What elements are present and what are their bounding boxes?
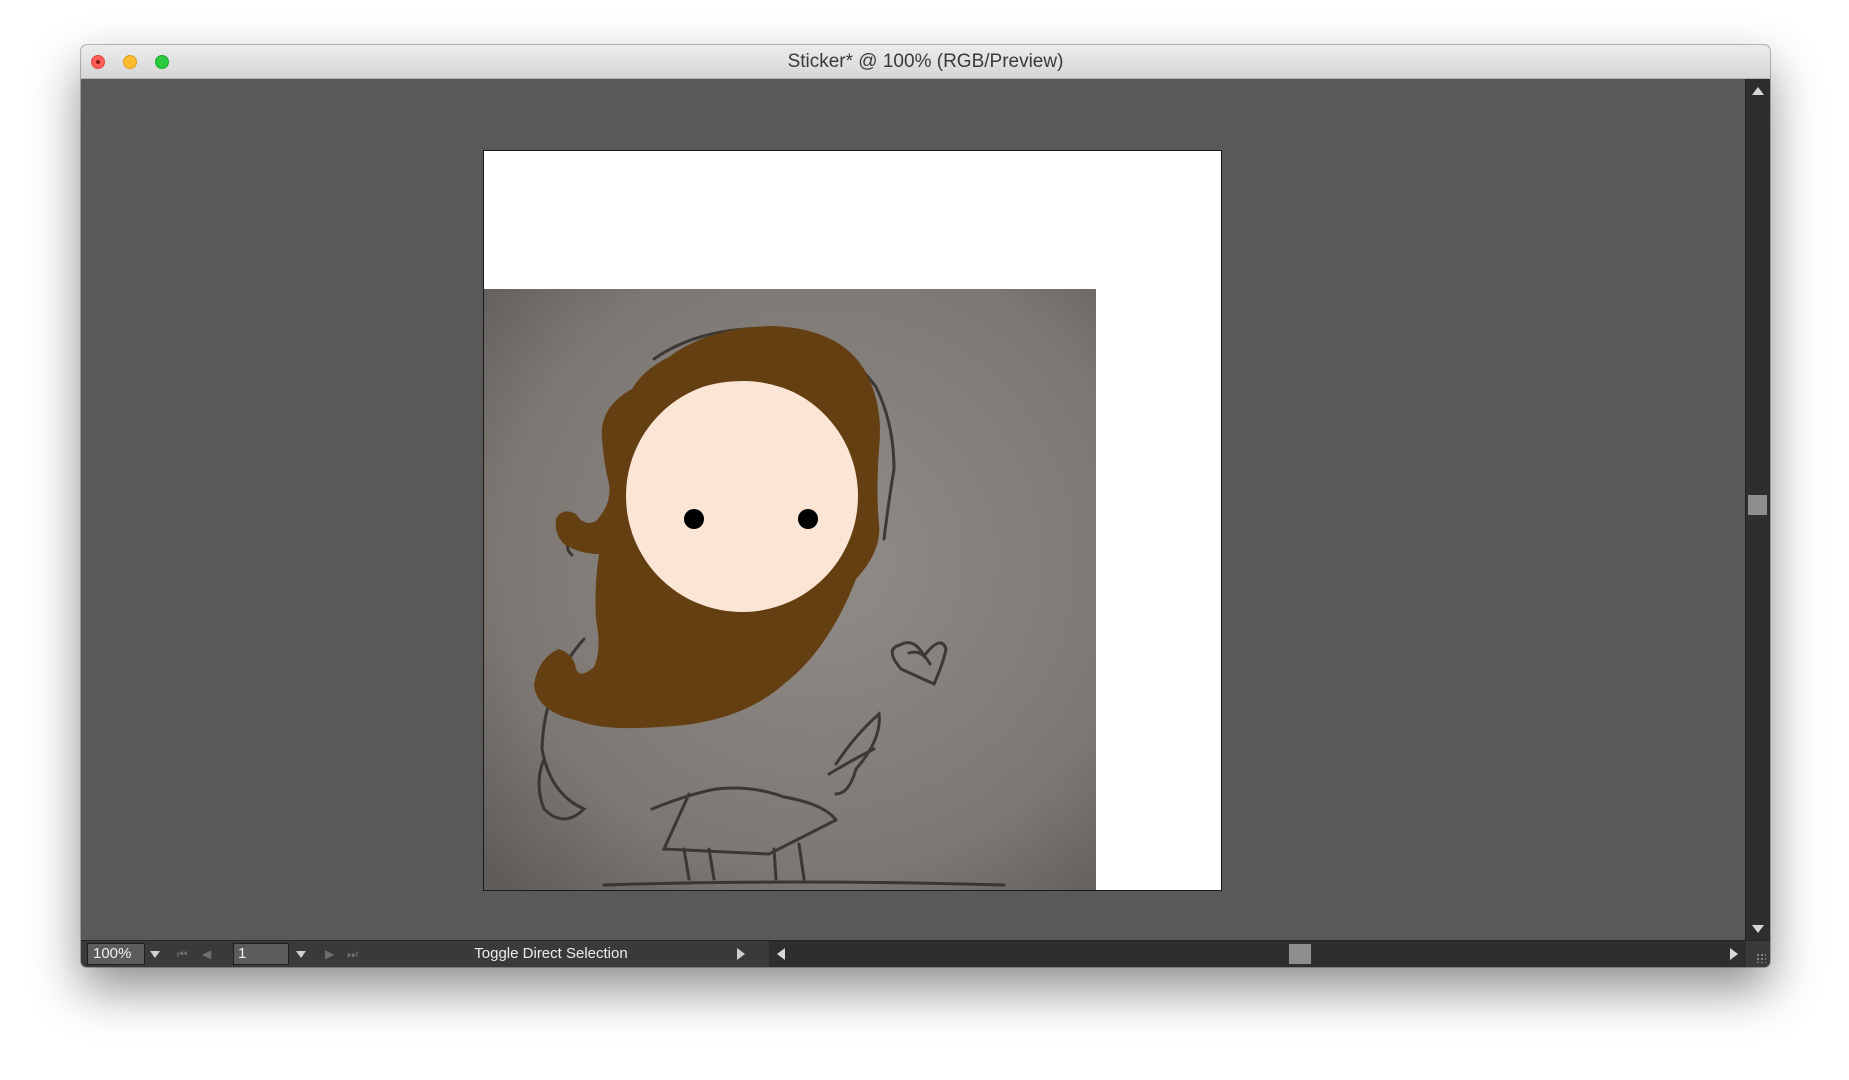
prev-page-icon[interactable]: ◀ — [202, 947, 211, 961]
left-eye — [684, 509, 704, 529]
scroll-left-icon[interactable] — [777, 948, 785, 960]
next-page-icon[interactable]: ▶ — [325, 947, 334, 961]
title-bar[interactable]: Sticker* @ 100% (RGB/Preview) — [81, 45, 1770, 79]
page-number-field[interactable]: 1 — [233, 943, 289, 965]
page-dropdown-icon[interactable] — [291, 943, 311, 965]
zoom-level-field[interactable]: 100% — [87, 943, 145, 965]
zoom-dropdown-icon[interactable] — [145, 943, 165, 965]
scroll-up-icon[interactable] — [1752, 87, 1764, 95]
vertical-scroll-thumb[interactable] — [1748, 495, 1767, 515]
resize-grip-icon[interactable] — [1746, 941, 1770, 967]
horizontal-scroll-thumb[interactable] — [1289, 944, 1311, 964]
scroll-down-icon[interactable] — [1752, 925, 1764, 933]
document-window: Sticker* @ 100% (RGB/Preview) 100% ⏮ ◀ 1… — [81, 45, 1770, 967]
face-shape — [626, 380, 858, 612]
last-page-icon[interactable]: ⏭ — [347, 947, 358, 961]
artboard[interactable] — [484, 151, 1221, 890]
scroll-right-icon[interactable] — [1730, 948, 1738, 960]
status-menu-icon[interactable] — [737, 948, 745, 960]
vertical-scrollbar[interactable] — [1745, 79, 1770, 941]
first-page-icon[interactable]: ⏮ — [177, 947, 188, 961]
right-eye — [798, 509, 818, 529]
status-text[interactable]: Toggle Direct Selection — [381, 941, 721, 967]
window-title: Sticker* @ 100% (RGB/Preview) — [787, 51, 1064, 72]
pasteboard[interactable] — [81, 79, 1746, 941]
horizontal-scrollbar[interactable] — [769, 941, 1746, 967]
placed-sketch-image[interactable] — [484, 289, 1096, 890]
status-bar: 100% ⏮ ◀ 1 ▶ ⏭ Toggle Direct Selection — [81, 940, 1770, 967]
